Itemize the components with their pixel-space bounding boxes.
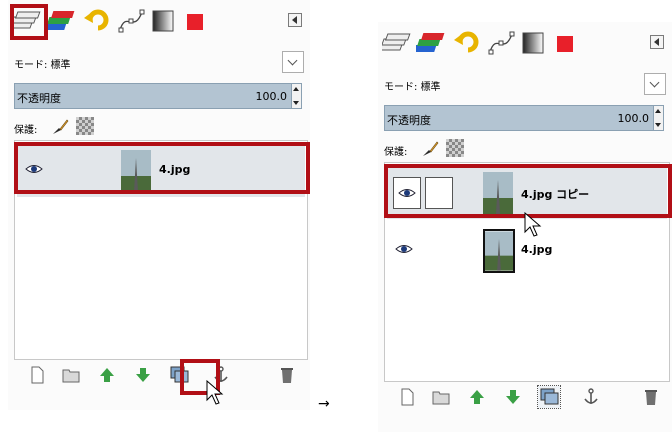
paths-icon — [118, 9, 145, 33]
layer-button-bar — [378, 383, 672, 411]
eye-icon[interactable] — [395, 243, 413, 255]
layers-icon — [382, 33, 411, 51]
raise-layer-icon — [100, 368, 114, 382]
new-layer-icon — [401, 388, 414, 406]
layers-dock-before: モード: 標準 不透明度 100.0 保護: 4.jpg — [8, 0, 310, 410]
dock-tab-bar — [8, 0, 310, 40]
delete-layer-button[interactable] — [640, 386, 662, 408]
mode-dropdown[interactable] — [644, 73, 666, 95]
dock-menu-button[interactable] — [650, 35, 664, 49]
opacity-label: 不透明度 — [17, 92, 61, 105]
tab-undo-history[interactable] — [452, 28, 482, 58]
layer-name: 4.jpg — [521, 243, 553, 256]
dock-tab-bar — [378, 22, 672, 62]
tab-paths[interactable] — [486, 28, 516, 58]
layer-button-bar — [8, 361, 310, 389]
lock-pixels-icon[interactable] — [420, 139, 440, 159]
tab-paths[interactable] — [116, 6, 146, 36]
opacity-value: 100.0 — [617, 112, 650, 125]
raise-layer-icon — [470, 390, 484, 404]
mouse-cursor-icon — [206, 380, 224, 406]
duplicate-layer-icon — [540, 388, 559, 405]
new-layer-group-icon — [432, 391, 450, 405]
tab-channels[interactable] — [416, 28, 446, 58]
duplicate-layer-button[interactable] — [537, 385, 561, 409]
raise-layer-button[interactable] — [96, 364, 118, 386]
tab-color-swatch[interactable] — [550, 28, 580, 58]
raise-layer-button[interactable] — [466, 386, 488, 408]
mode-label: モード: 標準 — [14, 60, 71, 71]
dock-menu-button[interactable] — [288, 13, 302, 27]
lower-layer-icon — [506, 390, 520, 404]
tab-gradients[interactable] — [518, 28, 548, 58]
delete-layer-icon — [645, 390, 657, 405]
new-layer-icon — [31, 366, 44, 384]
tab-channels[interactable] — [46, 6, 76, 36]
mode-dropdown[interactable] — [282, 51, 304, 73]
lock-pixels-icon[interactable] — [50, 117, 70, 137]
tab-layers[interactable] — [382, 28, 412, 58]
layer-thumbnail — [483, 229, 515, 273]
highlight-duplicated-layer-row — [384, 164, 672, 218]
new-layer-button[interactable] — [396, 386, 418, 408]
channels-icon — [46, 11, 75, 30]
new-layer-group-icon — [62, 369, 80, 383]
highlight-layers-tab — [10, 4, 48, 40]
lock-label: 保護: — [14, 125, 38, 136]
new-layer-group-button[interactable] — [60, 364, 82, 386]
mode-label: モード: 標準 — [384, 82, 441, 93]
opacity-slider[interactable]: 不透明度 100.0 — [384, 105, 664, 131]
color-swatch-icon — [187, 14, 203, 30]
new-layer-group-button[interactable] — [430, 386, 452, 408]
lower-layer-button[interactable] — [132, 364, 154, 386]
lock-alpha-icon[interactable] — [76, 117, 94, 135]
lower-layer-icon — [136, 368, 150, 382]
opacity-spin-buttons[interactable] — [653, 106, 663, 130]
lower-layer-button[interactable] — [502, 386, 524, 408]
opacity-slider[interactable]: 不透明度 100.0 — [14, 83, 302, 109]
color-swatch-icon — [557, 36, 573, 52]
tab-color-swatch[interactable] — [180, 6, 210, 36]
opacity-spin-buttons[interactable] — [291, 84, 301, 108]
highlight-layer-row — [14, 142, 310, 194]
channels-icon — [416, 33, 445, 52]
gradients-icon — [522, 32, 544, 54]
mouse-cursor-icon — [524, 212, 542, 238]
anchor-layer-icon — [584, 388, 598, 404]
anchor-layer-button[interactable] — [580, 386, 602, 408]
new-layer-button[interactable] — [26, 364, 48, 386]
undo-history-icon — [84, 9, 109, 31]
gradients-icon — [152, 10, 174, 32]
lock-label: 保護: — [384, 147, 408, 158]
opacity-value: 100.0 — [255, 90, 288, 103]
lock-alpha-icon[interactable] — [446, 139, 464, 157]
delete-layer-button[interactable] — [276, 364, 298, 386]
tab-gradients[interactable] — [148, 6, 178, 36]
undo-history-icon — [454, 31, 479, 53]
paths-icon — [488, 31, 515, 55]
opacity-label: 不透明度 — [387, 114, 431, 127]
layers-dock-after: モード: 標準 不透明度 100.0 保護: 4.jpg コピー 4.jpg — [378, 22, 672, 432]
delete-layer-icon — [281, 368, 293, 383]
tab-undo-history[interactable] — [82, 6, 112, 36]
